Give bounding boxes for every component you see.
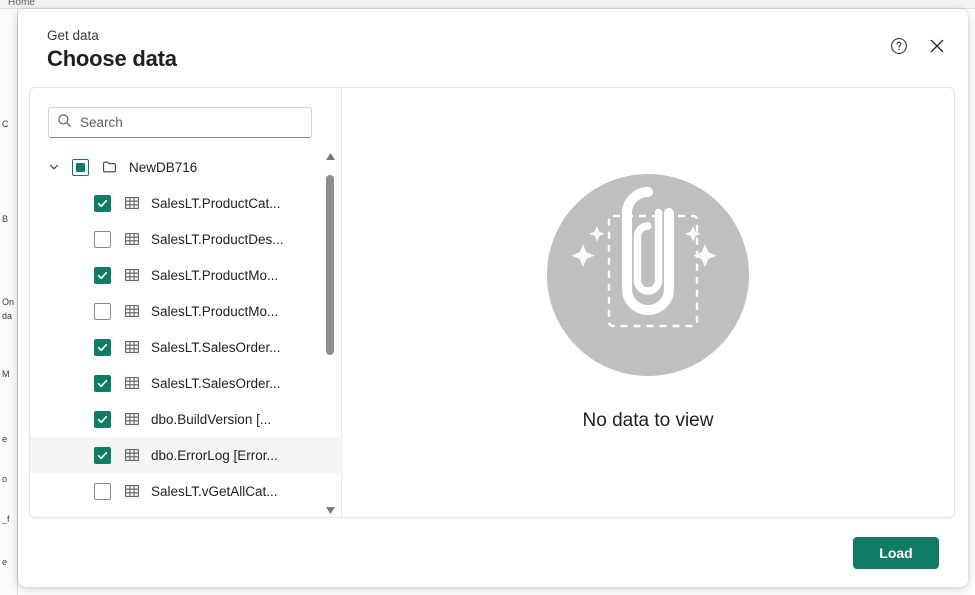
tree-row[interactable]: SalesLT.SalesOrder... — [30, 329, 342, 365]
table-icon — [123, 375, 140, 392]
tree-row-label: SalesLT.SalesOrder... — [151, 375, 281, 391]
empty-state: No data to view — [342, 88, 954, 517]
tree-row-label: SalesLT.vGetAllCat... — [151, 483, 278, 499]
search-input[interactable] — [80, 108, 303, 137]
row-checkbox-mixed[interactable] — [72, 158, 89, 176]
tree-row-label: SalesLT.ProductDes... — [151, 231, 284, 247]
navigator-pane: NewDB716 SalesLT.ProductCat... SalesLT.Pro… — [30, 88, 342, 517]
tree-row-database[interactable]: NewDB716 — [30, 149, 342, 185]
close-icon — [928, 37, 946, 55]
tree-scrollbar-track[interactable] — [323, 163, 337, 503]
tree-row-label: NewDB716 — [129, 159, 198, 175]
table-icon — [123, 339, 140, 356]
load-button[interactable]: Load — [853, 536, 939, 569]
preview-pane: No data to view — [342, 88, 954, 517]
help-circle-icon — [890, 37, 908, 55]
row-checkbox-checked[interactable] — [94, 446, 111, 464]
tree-row[interactable]: SalesLT.ProductMo... — [30, 293, 342, 329]
tree-row-label: dbo.ErrorLog [Error... — [151, 447, 278, 463]
tree-scrollbar[interactable] — [323, 149, 337, 517]
tree-row-label: SalesLT.ProductMo... — [151, 267, 279, 283]
help-button[interactable] — [884, 31, 914, 61]
row-checkbox-checked[interactable] — [94, 374, 111, 392]
scroll-up-arrow-icon[interactable] — [323, 149, 337, 163]
backdrop-topbar: Home — [0, 0, 975, 9]
scroll-down-arrow-icon[interactable] — [323, 503, 337, 517]
row-checkbox-checked[interactable] — [94, 338, 111, 356]
backdrop-home-label: Home — [8, 0, 36, 8]
tree-row[interactable]: SalesLT.SalesOrder... — [30, 365, 342, 401]
data-source-tree[interactable]: NewDB716 SalesLT.ProductCat... SalesLT.Pro… — [30, 149, 342, 517]
row-checkbox-unchecked[interactable] — [94, 482, 111, 500]
tree-row[interactable]: dbo.BuildVersion [... — [30, 401, 342, 437]
tree-row-label: SalesLT.SalesOrder... — [151, 339, 281, 355]
empty-state-message: No data to view — [582, 409, 714, 431]
tree-row-label: SalesLT.ProductMo... — [151, 303, 279, 319]
paperclip-attachment-icon — [547, 173, 749, 376]
table-icon — [123, 231, 140, 248]
table-icon — [123, 483, 140, 500]
backdrop-left-rail: C B On da Me o _f e — [0, 9, 18, 595]
choose-data-dialog: Get data Choose data Search NewDB716 Sal… — [18, 9, 968, 587]
tree-row[interactable]: SalesLT.vGetAllCat... — [30, 473, 342, 509]
chevron-down-icon[interactable] — [46, 159, 62, 175]
row-checkbox-unchecked[interactable] — [94, 302, 111, 320]
tree-row-label: dbo.BuildVersion [... — [151, 411, 272, 427]
search-box[interactable] — [48, 107, 312, 138]
page-title: Choose data — [47, 46, 177, 71]
row-checkbox-unchecked[interactable] — [94, 230, 111, 248]
row-checkbox-checked[interactable] — [94, 194, 111, 212]
close-button[interactable] — [922, 31, 952, 61]
table-icon — [123, 447, 140, 464]
folder-icon — [101, 159, 118, 176]
table-icon — [123, 267, 140, 284]
row-checkbox-checked[interactable] — [94, 410, 111, 428]
dialog-body-panel: NewDB716 SalesLT.ProductCat... SalesLT.Pro… — [29, 87, 955, 518]
tree-row[interactable]: SalesLT.ProductCat... — [30, 185, 342, 221]
dialog-eyebrow: Get data — [47, 28, 99, 43]
row-checkbox-checked[interactable] — [94, 266, 111, 284]
table-icon — [123, 195, 140, 212]
dialog-header-actions — [884, 31, 952, 61]
table-icon — [123, 411, 140, 428]
dialog-footer: Load — [18, 518, 968, 587]
tree-row-label: SalesLT.ProductCat... — [151, 195, 281, 211]
search-icon — [57, 113, 72, 133]
tree-row[interactable]: SalesLT.ProductMo... — [30, 257, 342, 293]
tree-scrollbar-thumb[interactable] — [326, 175, 334, 355]
tree-row[interactable]: SalesLT.ProductDes... — [30, 221, 342, 257]
tree-row[interactable]: dbo.ErrorLog [Error... — [30, 437, 342, 473]
dialog-header: Get data Choose data — [18, 9, 968, 84]
table-icon — [123, 303, 140, 320]
